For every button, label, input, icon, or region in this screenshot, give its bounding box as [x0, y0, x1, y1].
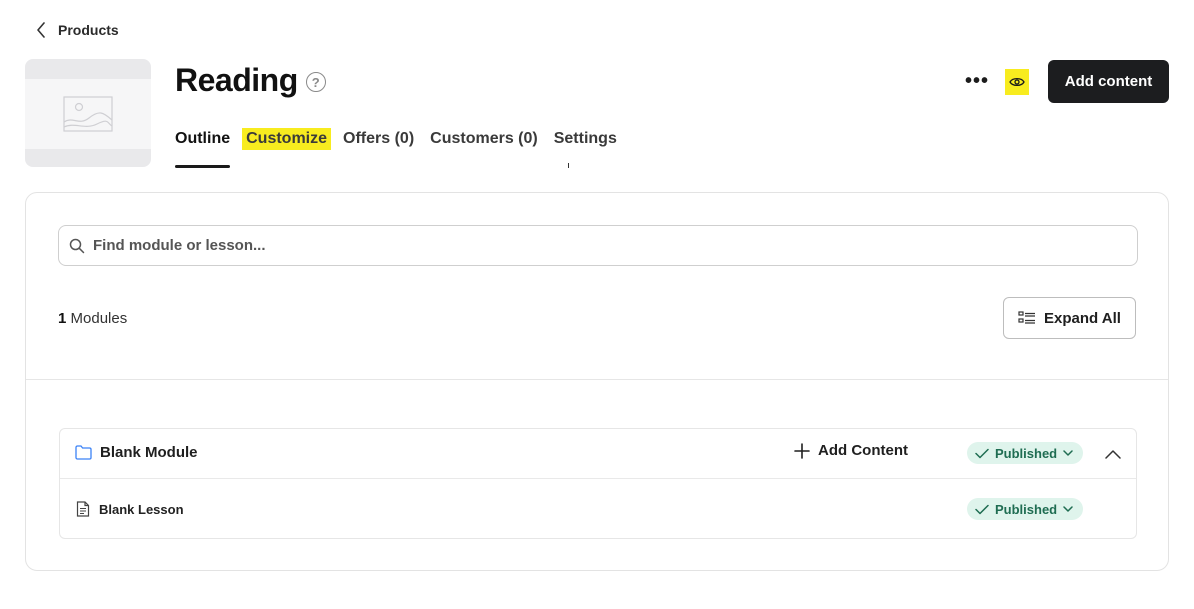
- module-row[interactable]: Blank Module Add Content Published: [60, 429, 1136, 479]
- check-icon: [975, 504, 989, 514]
- module-card: Blank Module Add Content Published Blank…: [59, 428, 1137, 539]
- lesson-name: Blank Lesson: [99, 502, 184, 517]
- tab-divider: [568, 163, 569, 168]
- folder-icon: [75, 445, 92, 465]
- tab-offers[interactable]: Offers (0): [343, 124, 414, 168]
- breadcrumb-label: Products: [58, 22, 119, 38]
- product-thumbnail[interactable]: [25, 59, 151, 167]
- lesson-status-dropdown[interactable]: Published: [967, 498, 1084, 520]
- eye-icon: [1009, 77, 1025, 87]
- preview-button[interactable]: [1005, 69, 1029, 95]
- add-content-button[interactable]: Add content: [1048, 60, 1169, 103]
- search-input[interactable]: [93, 237, 1108, 254]
- expand-all-button[interactable]: Expand All: [1003, 297, 1136, 339]
- search-icon: [69, 238, 85, 253]
- more-options-button[interactable]: •••: [962, 70, 992, 92]
- chevron-up-icon: [1105, 450, 1121, 459]
- module-name: Blank Module: [100, 444, 198, 461]
- tab-bar: Outline Customize Offers (0) Customers (…: [175, 124, 633, 168]
- lesson-row[interactable]: Blank Lesson Published: [60, 479, 1136, 539]
- tab-settings[interactable]: Settings: [554, 124, 617, 168]
- tab-outline[interactable]: Outline: [175, 124, 231, 168]
- outline-card: 1 Modules Expand All Blank Module Add Co…: [25, 192, 1169, 571]
- breadcrumb[interactable]: Products: [34, 19, 119, 41]
- plus-icon: [794, 442, 810, 459]
- module-add-content-button[interactable]: Add Content: [794, 442, 908, 459]
- tab-customize[interactable]: Customize: [242, 124, 332, 168]
- page-title: Reading: [175, 62, 298, 98]
- module-status-dropdown[interactable]: Published: [967, 442, 1084, 464]
- tab-customers[interactable]: Customers (0): [430, 124, 538, 168]
- list-icon: [1018, 311, 1036, 324]
- document-icon: [76, 501, 90, 522]
- chevron-down-icon: [1063, 505, 1073, 512]
- help-icon[interactable]: ?: [305, 72, 326, 92]
- modules-count: 1 Modules: [58, 310, 128, 327]
- image-placeholder-icon: [63, 96, 113, 132]
- search-bar: [58, 225, 1138, 266]
- collapse-module-button[interactable]: [1102, 443, 1124, 465]
- chevron-left-icon: [34, 22, 48, 38]
- check-icon: [975, 448, 989, 458]
- section-divider: [26, 379, 1168, 380]
- chevron-down-icon: [1063, 449, 1073, 456]
